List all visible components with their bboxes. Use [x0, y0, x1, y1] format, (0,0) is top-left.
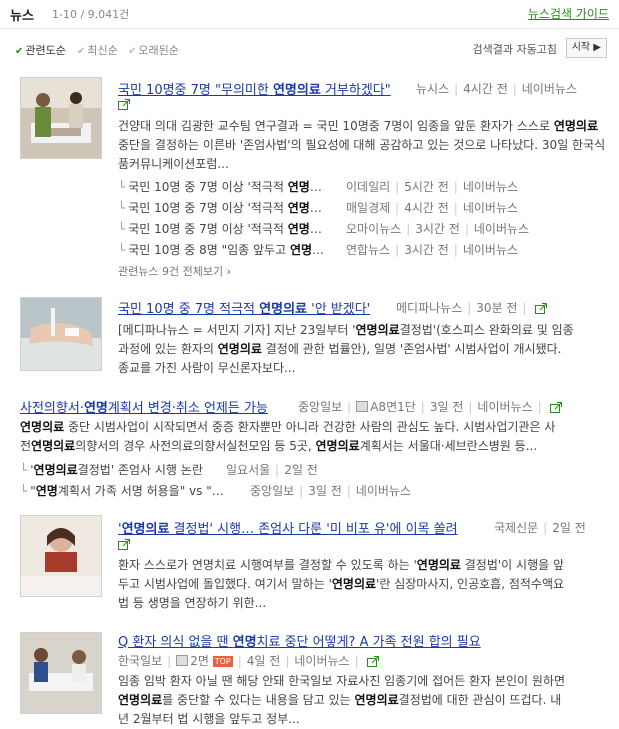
related-news-item[interactable]: └ "연명계획서 가족 서명 허용을" vs "…	[20, 482, 224, 499]
news-title-link[interactable]: 국민 10명중 7명 "무의미한 연명의료 거부하겠다"	[118, 79, 391, 98]
share-icon[interactable]	[118, 98, 131, 113]
news-summary: 연명의료 중단 시범사업이 시작되면서 중증 환자뿐만 아니라 건강한 사람의 …	[20, 420, 556, 453]
auto-refresh-start-button[interactable]: 시작 ▶	[565, 38, 607, 58]
news-title-link[interactable]: '연명의료 결정법' 시행… 존엄사 다룬 '미 비포 유'에 이목 쏠려	[118, 518, 458, 537]
share-icon[interactable]	[118, 538, 131, 553]
section-title: 뉴스	[10, 9, 34, 24]
related-meta: 매일경제 | 4시간 전 | 네이버뉴스	[346, 201, 519, 215]
news-time: 4시간 전	[463, 82, 508, 96]
related-meta: 일요서울 | 2일 전	[226, 463, 318, 477]
related-meta: 중앙일보 | 3일 전 | 네이버뉴스	[250, 484, 411, 498]
news-search-guide-link[interactable]: 뉴스검색 가이드	[528, 5, 609, 22]
related-news-item[interactable]: └ 국민 10명 중 8명 "임종 앞두고 연명…	[118, 241, 324, 258]
chevron-right-icon: ›	[226, 265, 231, 278]
top-badge: TOP	[212, 656, 233, 667]
check-icon: ✔	[77, 46, 86, 57]
sort-bar: ✔ 관련도순 ✔ 최신순 ✔ 오래된순 검색결과 자동고침 시작 ▶	[0, 29, 619, 59]
news-meta: 뉴시스 | 4시간 전 | 네이버뉴스	[416, 82, 577, 96]
news-meta: 한국일보 | 2면 TOP | 4일 전 | 네이버뉴스 |	[118, 652, 380, 670]
sort-relevance[interactable]: ✔ 관련도순	[15, 42, 66, 58]
share-icon[interactable]	[367, 655, 380, 670]
news-meta: 메디파나뉴스 | 30분 전 |	[396, 299, 548, 317]
news-summary: 환자 스스로가 연명치료 시행여부를 결정할 수 있도록 하는 '연명의료 결정…	[118, 558, 565, 610]
related-meta: 오마이뉴스 | 3시간 전 | 네이버뉴스	[346, 222, 530, 236]
news-thumbnail[interactable]	[20, 515, 102, 597]
news-summary: 임종 임박 환자 아닐 땐 해당 안돼 한국일보 자료사진 임종기에 접어든 환…	[118, 674, 566, 726]
news-summary: 건양대 의대 김광한 교수팀 연구결과 = 국민 10명중 7명이 임종을 앞둔…	[118, 119, 606, 171]
share-icon[interactable]	[535, 302, 548, 317]
news-summary: [메디파나뉴스 = 서민지 기자] 지난 23일부터 '연명의료결정법'(호스피…	[118, 323, 574, 375]
news-title-link[interactable]: 국민 10명 중 7명 적극적 연명의료 '안 받겠다'	[118, 298, 370, 317]
play-icon: ▶	[593, 42, 601, 53]
news-source: 뉴시스	[416, 82, 450, 96]
related-news-item[interactable]: └ 국민 10명 중 7명 이상 '적극적 연명…	[118, 178, 322, 195]
related-news-item[interactable]: └ 국민 10명 중 7명 이상 '적극적 연명…	[118, 220, 322, 237]
news-title-link[interactable]: 사전의향서·연명계획서 변경·취소 언제든 가능	[20, 397, 268, 416]
newspaper-icon	[356, 401, 369, 412]
news-thumbnail[interactable]	[20, 632, 102, 714]
naver-news-link[interactable]: 네이버뉴스	[522, 82, 577, 96]
related-meta: 연합뉴스 | 3시간 전 | 네이버뉴스	[346, 243, 519, 257]
news-title-link[interactable]: Q 환자 의식 없을 땐 연명치료 중단 어떻게? A 가족 전원 합의 필요	[118, 631, 481, 650]
related-news-item[interactable]: └ '연명의료결정법' 존엄사 시행 논란	[20, 461, 203, 478]
news-thumbnail[interactable]	[20, 77, 102, 159]
related-news-item[interactable]: └ 국민 10명 중 7명 이상 '적극적 연명…	[118, 199, 322, 216]
auto-refresh-label: 검색결과 자동고침	[472, 43, 557, 56]
results-header: 뉴스 1-10 / 9,041건 뉴스검색 가이드	[0, 0, 619, 29]
result-count: 1-10 / 9,041건	[52, 8, 130, 21]
related-news-more-link[interactable]: 관련뉴스 9건 전체보기 ›	[118, 263, 231, 279]
sort-latest[interactable]: ✔ 최신순	[77, 42, 118, 58]
news-meta: 국제신문 | 2일 전	[494, 521, 586, 535]
related-meta: 이데일리 | 5시간 전 | 네이버뉴스	[346, 180, 519, 194]
check-icon: ✔	[15, 46, 24, 57]
news-meta: 중앙일보 | A8면1단 | 3일 전 | 네이버뉴스 |	[298, 398, 563, 416]
share-icon[interactable]	[550, 401, 563, 416]
sort-oldest[interactable]: ✔ 오래된순	[128, 42, 179, 58]
news-thumbnail[interactable]	[20, 297, 102, 371]
newspaper-icon	[176, 655, 189, 666]
check-icon: ✔	[128, 46, 137, 57]
